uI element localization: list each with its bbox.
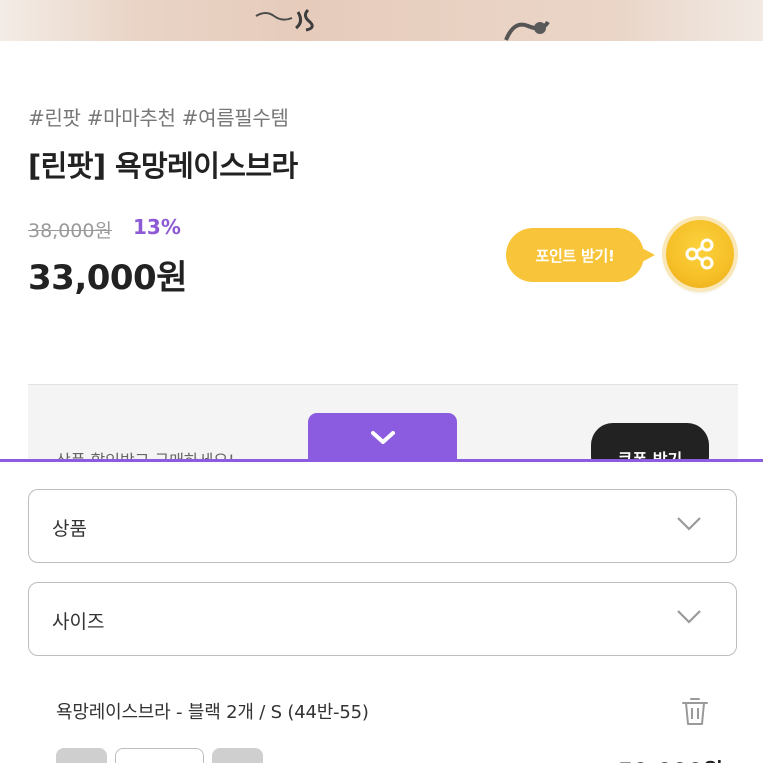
line-total: 59,000원 bbox=[618, 754, 723, 763]
collapse-sheet-button[interactable] bbox=[308, 413, 457, 462]
chevron-down-icon bbox=[370, 430, 395, 444]
product-image bbox=[0, 0, 763, 41]
size-select-label: 사이즈 bbox=[52, 611, 105, 633]
trash-icon[interactable] bbox=[680, 695, 710, 727]
product-title: [린팟] 욕망레이스브라 bbox=[28, 149, 298, 183]
product-select[interactable]: 상품 bbox=[28, 489, 737, 563]
original-price: 38,000원 bbox=[28, 220, 112, 242]
discount-rate: 13% bbox=[133, 215, 181, 239]
quantity-decrease-button[interactable] bbox=[56, 748, 107, 763]
product-tags: #린팟 #마마추천 #여름필수템 bbox=[28, 106, 289, 130]
product-select-label: 상품 bbox=[52, 518, 87, 540]
get-points-label: 포인트 받기! bbox=[535, 246, 615, 265]
quantity-increase-button[interactable] bbox=[212, 748, 263, 763]
chevron-down-icon bbox=[677, 517, 701, 531]
share-icon bbox=[685, 238, 714, 270]
sale-price: 33,000원 bbox=[28, 258, 187, 298]
share-button[interactable] bbox=[666, 220, 734, 288]
quantity-field[interactable] bbox=[115, 748, 204, 763]
get-points-button[interactable]: 포인트 받기! bbox=[506, 228, 655, 282]
tattoo-detail bbox=[255, 8, 314, 32]
selected-option-text: 욕망레이스브라 - 블랙 2개 / S (44반-55) bbox=[56, 702, 369, 723]
size-select[interactable]: 사이즈 bbox=[28, 582, 737, 656]
tattoo-detail-right bbox=[504, 20, 550, 41]
chevron-down-icon bbox=[677, 610, 701, 624]
